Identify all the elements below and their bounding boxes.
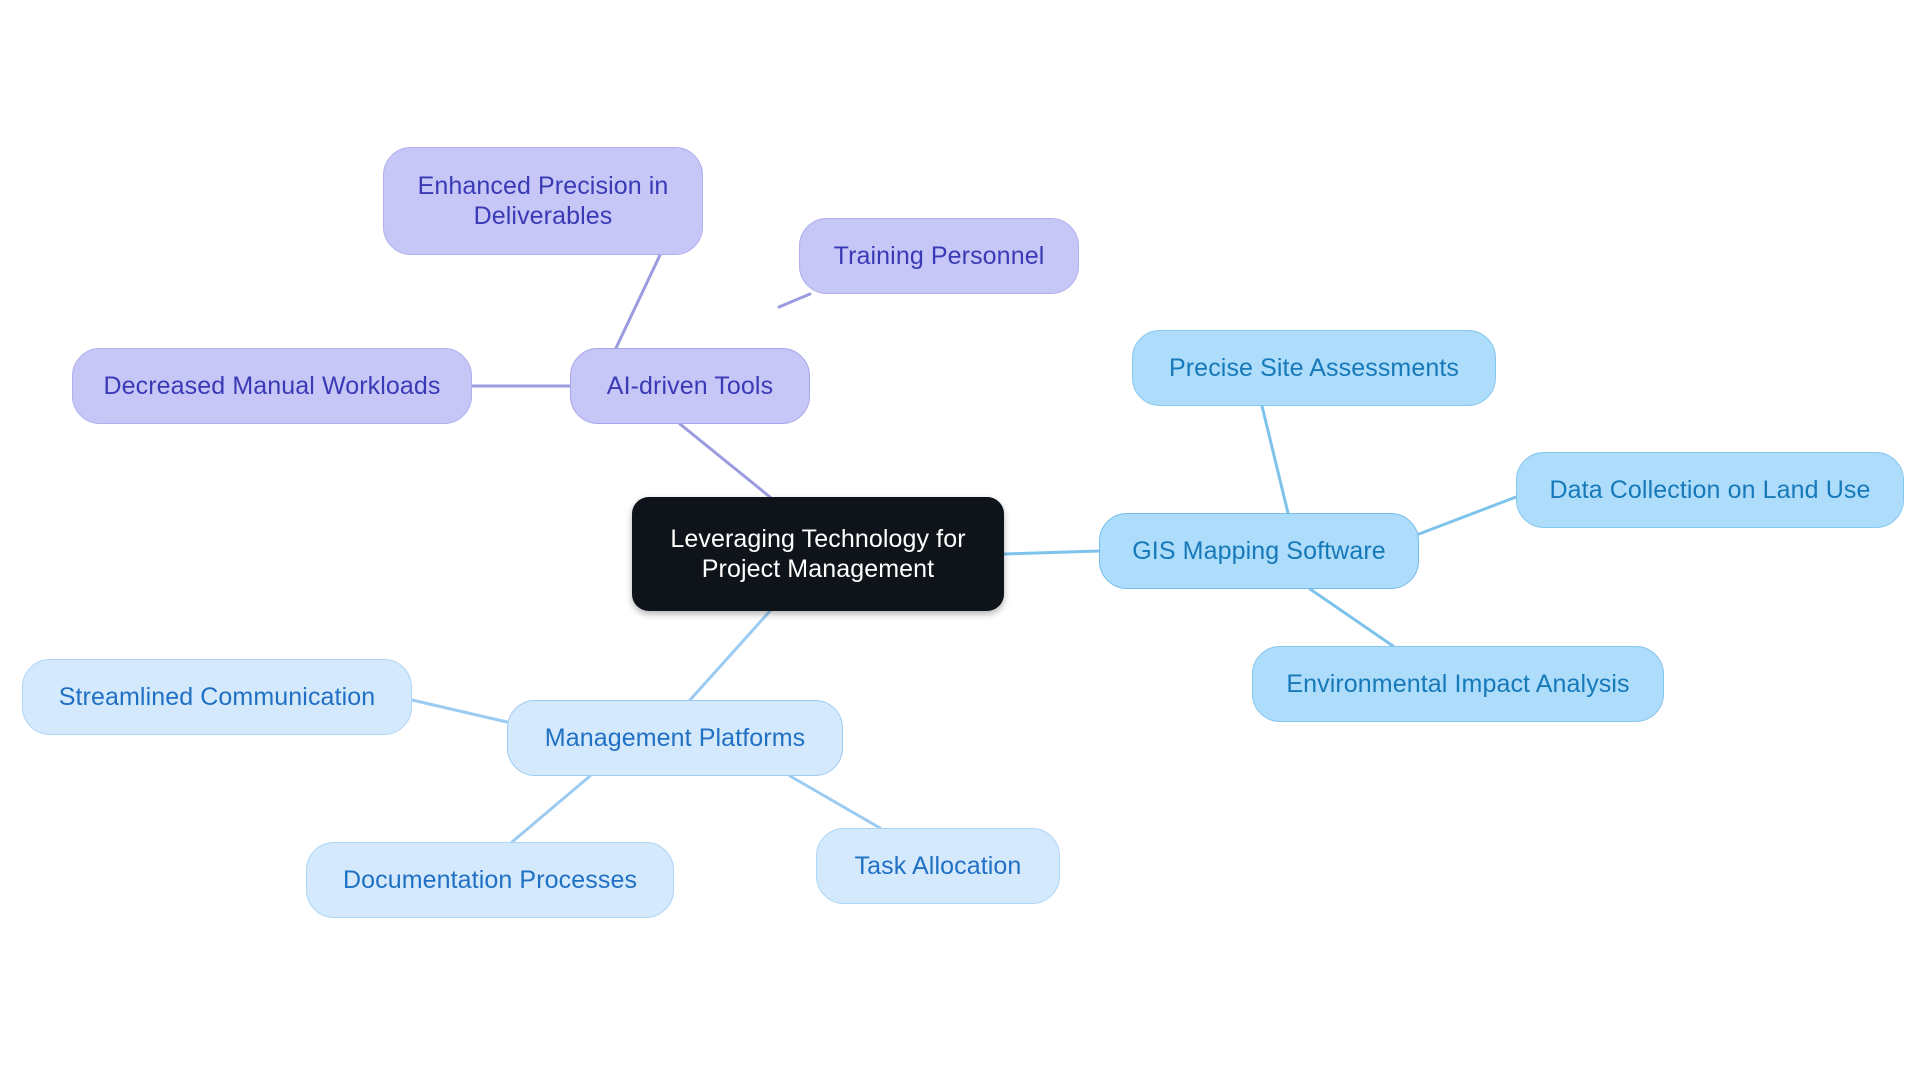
leaf-node-documentation-processes[interactable]: Documentation Processes <box>306 842 674 918</box>
branch-node-ai-driven-tools[interactable]: AI-driven Tools <box>570 348 810 424</box>
edge-management-documentation <box>510 774 592 844</box>
leaf-node-training-personnel[interactable]: Training Personnel <box>799 218 1079 294</box>
leaf-node-task-allocation[interactable]: Task Allocation <box>816 828 1060 904</box>
mindmap-canvas: Leveraging Technology for Project Manage… <box>0 0 1920 1083</box>
edge-ai-enhanced-precision <box>614 253 662 350</box>
edge-gis-environmental <box>1308 587 1395 648</box>
edge-central-ai <box>678 422 772 499</box>
branch-node-management-platforms[interactable]: Management Platforms <box>507 700 843 776</box>
edge-management-task-allocation <box>788 774 882 830</box>
edge-central-management <box>688 609 772 702</box>
edge-gis-precise-site <box>1260 404 1290 515</box>
leaf-node-precise-site-assessments[interactable]: Precise Site Assessments <box>1132 330 1496 406</box>
leaf-node-streamlined-communication[interactable]: Streamlined Communication <box>22 659 412 735</box>
central-node[interactable]: Leveraging Technology for Project Manage… <box>632 497 1004 611</box>
leaf-node-environmental-impact-analysis[interactable]: Environmental Impact Analysis <box>1252 646 1664 722</box>
branch-node-gis-mapping-software[interactable]: GIS Mapping Software <box>1099 513 1419 589</box>
leaf-node-enhanced-precision-in-deliverables[interactable]: Enhanced Precision in Deliverables <box>383 147 703 255</box>
edge-ai-training-personnel <box>777 292 812 309</box>
edge-central-gis <box>1002 549 1101 556</box>
edge-gis-data-collection <box>1417 495 1518 536</box>
edge-management-streamlined <box>410 698 509 724</box>
leaf-node-data-collection-on-land-use[interactable]: Data Collection on Land Use <box>1516 452 1904 528</box>
leaf-node-decreased-manual-workloads[interactable]: Decreased Manual Workloads <box>72 348 472 424</box>
